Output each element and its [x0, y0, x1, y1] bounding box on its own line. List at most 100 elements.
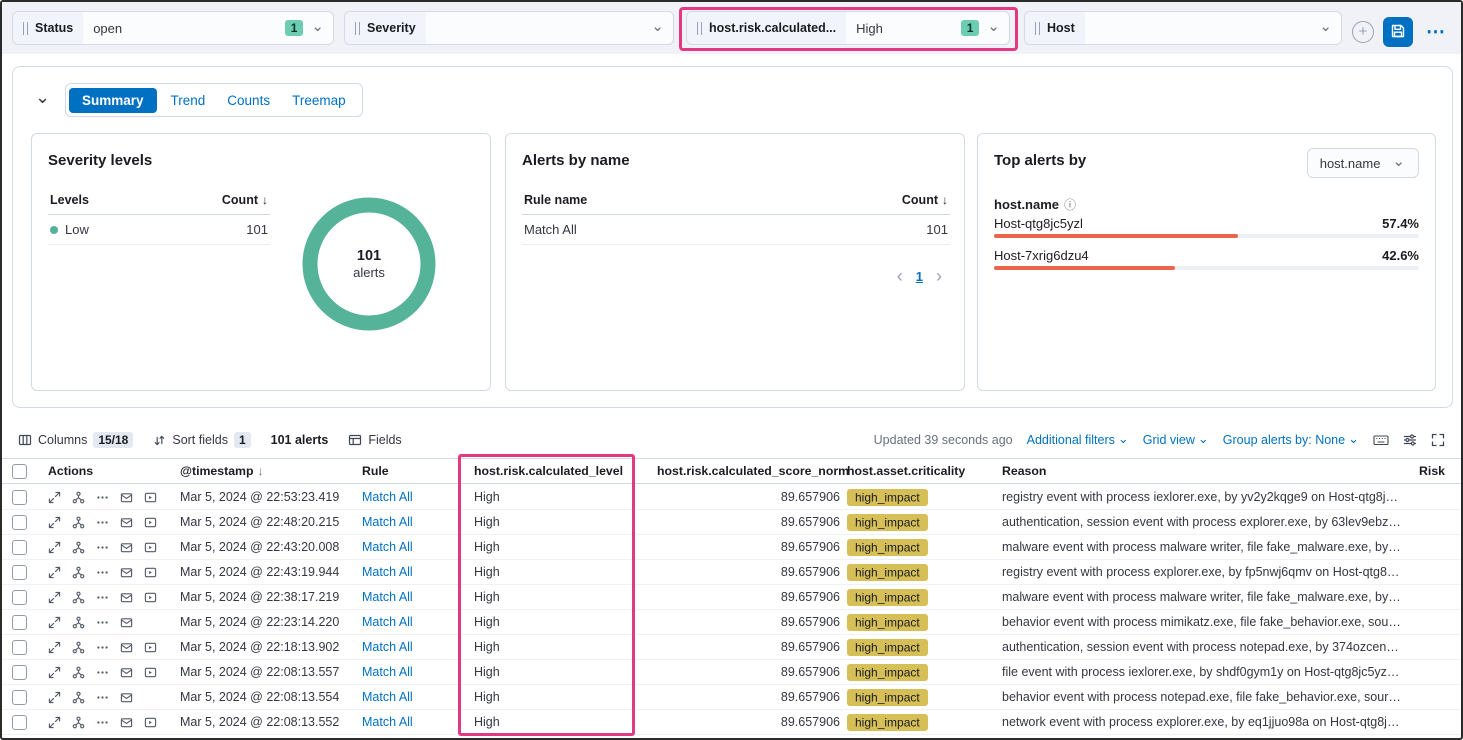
- analyze-event-icon[interactable]: [72, 716, 85, 729]
- analyze-event-icon[interactable]: [72, 691, 85, 704]
- previous-page-icon[interactable]: ‹: [897, 267, 903, 285]
- alert-rule-link[interactable]: Match All: [362, 715, 474, 729]
- expand-alert-icon[interactable]: [48, 566, 61, 579]
- row-checkbox[interactable]: [12, 590, 27, 605]
- group-alerts-by-button[interactable]: Group alerts by: None⌄: [1223, 432, 1359, 448]
- filter-host[interactable]: Host ⌄: [1024, 11, 1342, 45]
- row-checkbox[interactable]: [12, 565, 27, 580]
- column-header-timestamp[interactable]: @timestamp↓: [180, 464, 362, 478]
- expand-alert-icon[interactable]: [48, 541, 61, 554]
- expand-alert-icon[interactable]: [48, 691, 61, 704]
- chevron-down-icon[interactable]: ⌄: [309, 19, 333, 38]
- analyze-event-icon[interactable]: [72, 541, 85, 554]
- additional-filters-button[interactable]: Additional filters⌄: [1027, 432, 1129, 448]
- alert-reason[interactable]: authentication, session event with proce…: [1002, 640, 1402, 654]
- filter-severity[interactable]: Severity ⌄: [344, 11, 674, 45]
- grid-view-button[interactable]: Grid view⌄: [1143, 432, 1209, 448]
- row-checkbox[interactable]: [12, 515, 27, 530]
- session-view-icon[interactable]: [144, 541, 157, 554]
- session-view-icon[interactable]: [144, 566, 157, 579]
- alert-reason[interactable]: malware event with process malware write…: [1002, 590, 1402, 604]
- row-checkbox[interactable]: [12, 690, 27, 705]
- investigate-timeline-icon[interactable]: [120, 516, 133, 529]
- row-checkbox[interactable]: [12, 540, 27, 555]
- row-checkbox[interactable]: [12, 715, 27, 730]
- chevron-down-icon[interactable]: ⌄: [1317, 19, 1341, 38]
- chevron-down-icon[interactable]: ⌄: [985, 19, 1009, 38]
- save-button[interactable]: [1383, 17, 1413, 47]
- session-view-icon[interactable]: [144, 641, 157, 654]
- column-header-criticality[interactable]: host.asset.criticality: [847, 464, 1002, 478]
- filter-host-risk-level[interactable]: host.risk.calculated... High 1 ⌄: [686, 11, 1010, 45]
- tab-trend[interactable]: Trend: [163, 88, 214, 113]
- top-alerts-field-select[interactable]: host.name ⌄: [1307, 148, 1419, 178]
- drag-handle-icon[interactable]: [1035, 22, 1040, 35]
- expand-alert-icon[interactable]: [48, 491, 61, 504]
- alert-reason[interactable]: registry event with process explorer.exe…: [1002, 565, 1402, 579]
- more-options-icon[interactable]: ⋯: [1422, 23, 1449, 42]
- alert-reason[interactable]: behavior event with process notepad.exe,…: [1002, 690, 1402, 704]
- keyboard-shortcuts-icon[interactable]: [1373, 433, 1389, 447]
- investigate-timeline-icon[interactable]: [120, 641, 133, 654]
- analyze-event-icon[interactable]: [72, 641, 85, 654]
- chevron-down-icon[interactable]: ⌄: [649, 19, 673, 38]
- collapse-chevron-icon[interactable]: ⌄: [35, 87, 50, 108]
- investigate-timeline-icon[interactable]: [120, 541, 133, 554]
- columns-button[interactable]: Columns 15/18: [18, 432, 133, 448]
- investigate-timeline-icon[interactable]: [120, 666, 133, 679]
- add-control-icon[interactable]: +: [1352, 21, 1374, 43]
- investigate-timeline-icon[interactable]: [120, 566, 133, 579]
- top-host-name[interactable]: Host-qtg8jc5yzl: [994, 216, 1083, 231]
- session-view-icon[interactable]: [144, 716, 157, 729]
- expand-alert-icon[interactable]: [48, 516, 61, 529]
- alert-rule-link[interactable]: Match All: [362, 690, 474, 704]
- more-actions-icon[interactable]: [96, 566, 109, 579]
- expand-alert-icon[interactable]: [48, 616, 61, 629]
- alert-rule-link[interactable]: Match All: [362, 490, 474, 504]
- column-header-risk-score[interactable]: host.risk.calculated_score_norm: [657, 464, 840, 478]
- select-all-checkbox[interactable]: [12, 464, 27, 479]
- filter-status[interactable]: Status open 1 ⌄: [12, 11, 334, 45]
- alert-rule-link[interactable]: Match All: [362, 640, 474, 654]
- analyze-event-icon[interactable]: [72, 491, 85, 504]
- column-header-risk[interactable]: Risk: [1402, 464, 1461, 478]
- alert-rule-link[interactable]: Match All: [362, 590, 474, 604]
- display-options-icon[interactable]: [1403, 433, 1417, 447]
- next-page-icon[interactable]: ›: [936, 267, 942, 285]
- more-actions-icon[interactable]: [96, 516, 109, 529]
- alert-reason[interactable]: authentication, session event with proce…: [1002, 515, 1402, 529]
- alert-rule-link[interactable]: Match All: [362, 565, 474, 579]
- session-view-icon[interactable]: [144, 491, 157, 504]
- more-actions-icon[interactable]: [96, 641, 109, 654]
- filter-status-value[interactable]: open: [83, 21, 285, 36]
- more-actions-icon[interactable]: [96, 591, 109, 604]
- investigate-timeline-icon[interactable]: [120, 716, 133, 729]
- fullscreen-icon[interactable]: [1431, 433, 1445, 447]
- analyze-event-icon[interactable]: [72, 616, 85, 629]
- expand-alert-icon[interactable]: [48, 591, 61, 604]
- row-checkbox[interactable]: [12, 615, 27, 630]
- session-view-icon[interactable]: [144, 591, 157, 604]
- alert-reason[interactable]: file event with process iexlorer.exe, by…: [1002, 665, 1402, 679]
- session-view-icon[interactable]: [144, 516, 157, 529]
- top-host-name[interactable]: Host-7xrig6dzu4: [994, 248, 1089, 263]
- drag-handle-icon[interactable]: [355, 22, 360, 35]
- expand-alert-icon[interactable]: [48, 641, 61, 654]
- tab-treemap[interactable]: Treemap: [284, 88, 354, 113]
- more-actions-icon[interactable]: [96, 616, 109, 629]
- row-checkbox[interactable]: [12, 665, 27, 680]
- more-actions-icon[interactable]: [96, 666, 109, 679]
- session-view-icon[interactable]: [144, 666, 157, 679]
- alert-rule-link[interactable]: Match All: [362, 540, 474, 554]
- count-column-header[interactable]: Count↓: [222, 193, 268, 207]
- alert-reason[interactable]: network event with process explorer.exe,…: [1002, 715, 1402, 729]
- drag-handle-icon[interactable]: [697, 22, 702, 35]
- sort-fields-button[interactable]: Sort fields 1: [153, 432, 250, 448]
- investigate-timeline-icon[interactable]: [120, 491, 133, 504]
- tab-counts[interactable]: Counts: [219, 88, 278, 113]
- expand-alert-icon[interactable]: [48, 716, 61, 729]
- more-actions-icon[interactable]: [96, 691, 109, 704]
- tab-summary[interactable]: Summary: [69, 88, 157, 113]
- investigate-timeline-icon[interactable]: [120, 616, 133, 629]
- expand-alert-icon[interactable]: [48, 666, 61, 679]
